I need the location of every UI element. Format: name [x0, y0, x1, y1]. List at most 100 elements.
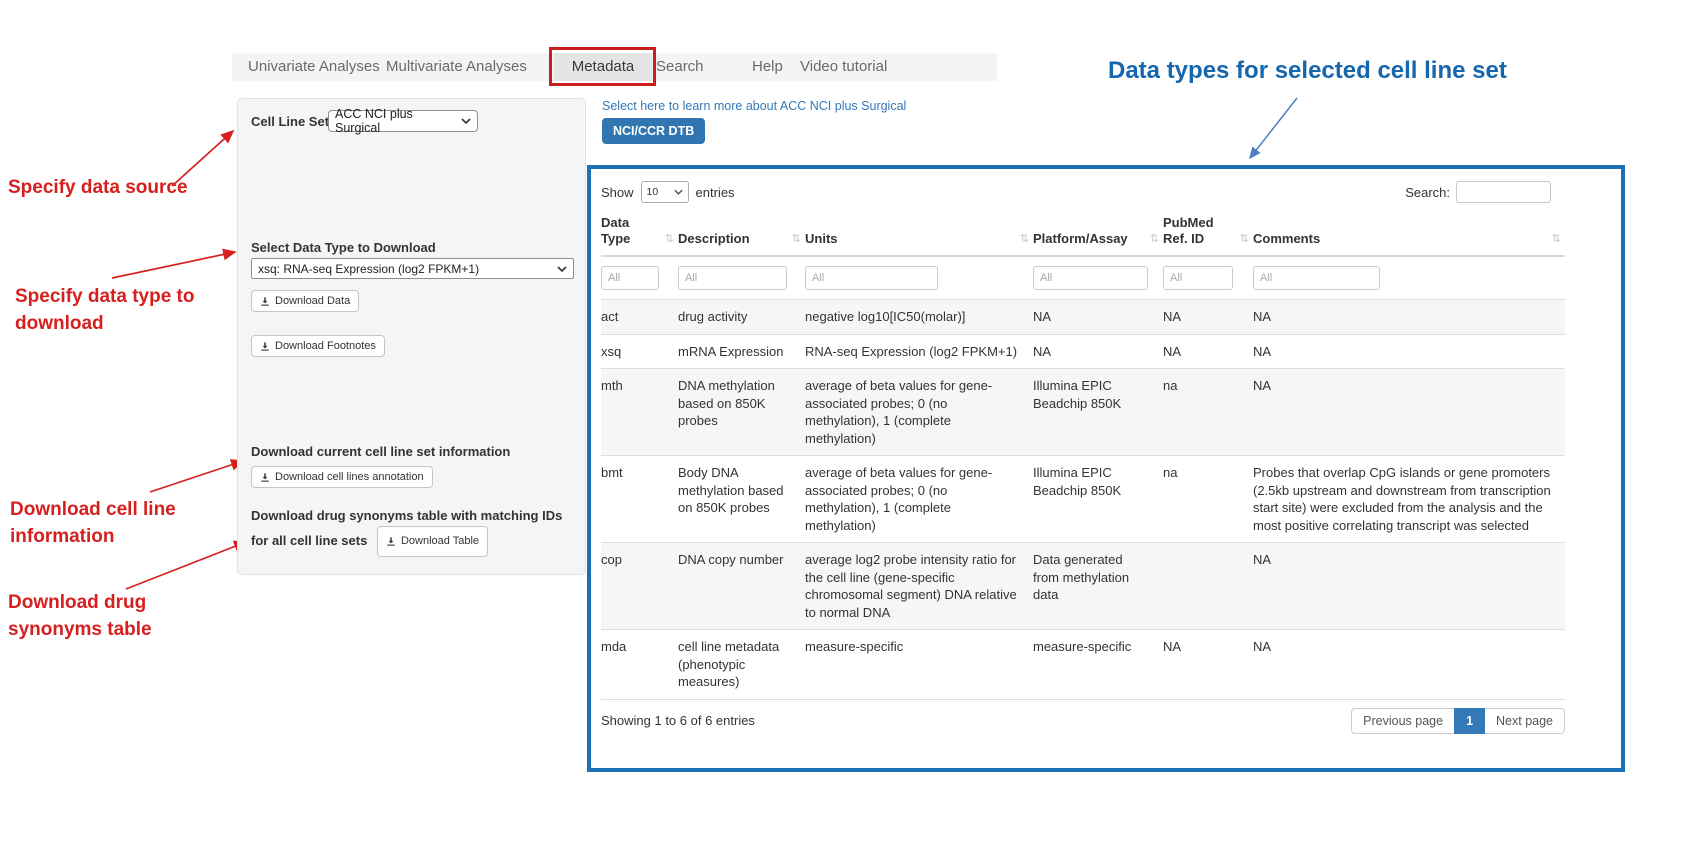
cell-comments: NA — [1253, 334, 1565, 369]
search-label: Search: — [1405, 185, 1450, 200]
cell-description: mRNA Expression — [678, 334, 805, 369]
download-footnotes-label: Download Footnotes — [275, 340, 376, 352]
sort-icon[interactable]: ⇅ — [792, 231, 801, 247]
download-cell-lines-annotation-button[interactable]: Download cell lines annotation — [251, 466, 433, 488]
page-length-control: Show 10 entries — [601, 181, 735, 203]
cell-description: DNA methylation based on 850K probes — [678, 369, 805, 456]
sidebar-panel: Cell Line Set ACC NCI plus Surgical Sele… — [237, 98, 586, 575]
cell-units: average of beta values for gene-associat… — [805, 456, 1033, 543]
nav-tab-search[interactable]: Search — [656, 53, 704, 81]
pagination-page-1-button[interactable]: 1 — [1454, 708, 1485, 734]
cell-platform-assay: measure-specific — [1033, 630, 1163, 700]
cell-comments: NA — [1253, 630, 1565, 700]
cell-data-type: cop — [601, 543, 678, 630]
cell-data-type: mth — [601, 369, 678, 456]
column-label: Data Type — [601, 215, 630, 246]
arrow-specify-type — [112, 252, 235, 278]
arrow-cell-line-info — [150, 461, 243, 492]
sort-icon[interactable]: ⇅ — [665, 231, 674, 247]
download-data-button[interactable]: Download Data — [251, 290, 359, 312]
filter-input-description[interactable] — [678, 266, 787, 290]
annotation-download-drug-synonyms: Download drug synonyms table — [8, 589, 152, 643]
data-types-table-panel: Show 10 entries Search: — [587, 165, 1625, 772]
pagination: Previous page 1 Next page — [1351, 708, 1565, 734]
column-label: Platform/Assay — [1033, 231, 1128, 246]
nav-tab-multivariate-analyses[interactable]: Multivariate Analyses — [386, 53, 527, 81]
column-header-pubmed-ref-id[interactable]: PubMed Ref. ID⇅ — [1163, 209, 1253, 256]
cell-comments: NA — [1253, 543, 1565, 630]
filter-input-pubmed-ref-id[interactable] — [1163, 266, 1233, 290]
column-header-units[interactable]: Units ⇅ — [805, 209, 1033, 256]
chevron-down-icon — [461, 118, 471, 124]
cell-data-type: act — [601, 300, 678, 335]
column-header-comments[interactable]: Comments⇅ — [1253, 209, 1565, 256]
entries-label: entries — [696, 185, 735, 200]
filter-input-units[interactable] — [805, 266, 938, 290]
annotation-line: download — [15, 310, 195, 337]
cell-description: DNA copy number — [678, 543, 805, 630]
column-header-description[interactable]: Description ⇅ — [678, 209, 805, 256]
cell-pubmed-ref-id: NA — [1163, 630, 1253, 700]
table-row: act drug activity negative log10[IC50(mo… — [601, 300, 1565, 335]
annotation-download-cell-line-info: Download cell line information — [10, 496, 176, 550]
download-table-label: Download Table — [401, 531, 479, 552]
download-footnotes-button[interactable]: Download Footnotes — [251, 335, 385, 357]
sort-icon[interactable]: ⇅ — [1150, 231, 1159, 247]
cell-pubmed-ref-id: na — [1163, 369, 1253, 456]
filter-input-platform-assay[interactable] — [1033, 266, 1148, 290]
column-header-data-type[interactable]: Data Type ⇅ — [601, 209, 678, 256]
nav-tab-univariate-analyses[interactable]: Univariate Analyses — [248, 53, 380, 81]
cell-line-set-select[interactable]: ACC NCI plus Surgical — [328, 110, 478, 132]
table-search-input[interactable] — [1456, 181, 1551, 203]
table-row: cop DNA copy number average log2 probe i… — [601, 543, 1565, 630]
cell-description: drug activity — [678, 300, 805, 335]
entries-select[interactable]: 10 — [641, 181, 689, 203]
annotation-line: Download drug — [8, 589, 152, 616]
filter-input-data-type[interactable] — [601, 266, 659, 290]
annotation-line: Download cell line — [10, 496, 176, 523]
data-types-table: Data Type ⇅ Description ⇅ Units ⇅ Platform/… — [601, 209, 1565, 700]
table-row: mda cell line metadata (phenotypic measu… — [601, 630, 1565, 700]
download-icon — [260, 472, 270, 483]
cell-data-type: xsq — [601, 334, 678, 369]
column-header-platform-assay[interactable]: Platform/Assay ⇅ — [1033, 209, 1163, 256]
show-label: Show — [601, 185, 634, 200]
sort-icon[interactable]: ⇅ — [1020, 231, 1029, 247]
chevron-down-icon — [557, 266, 567, 272]
top-navbar: Univariate Analyses Multivariate Analyse… — [232, 53, 997, 81]
sort-icon[interactable]: ⇅ — [1552, 231, 1561, 247]
cell-line-set-value: ACC NCI plus Surgical — [335, 107, 455, 135]
nav-tab-help[interactable]: Help — [752, 53, 783, 81]
filter-row — [601, 256, 1565, 300]
cell-platform-assay: NA — [1033, 334, 1163, 369]
cell-platform-assay: NA — [1033, 300, 1163, 335]
data-type-label: Select Data Type to Download — [251, 240, 436, 255]
nci-ccr-dtb-button[interactable]: NCI/CCR DTB — [602, 118, 705, 144]
nav-tab-video-tutorial[interactable]: Video tutorial — [800, 53, 887, 81]
download-icon — [386, 536, 396, 547]
column-label: Description — [678, 231, 750, 246]
annotation-line: synonyms table — [8, 616, 152, 643]
pagination-previous-button[interactable]: Previous page — [1351, 708, 1454, 734]
cell-description: Body DNA methylation based on 850K probe… — [678, 456, 805, 543]
cell-line-set-label: Cell Line Set — [251, 114, 329, 129]
header-row: Data Type ⇅ Description ⇅ Units ⇅ Platform/… — [601, 209, 1565, 256]
learn-more-link[interactable]: Select here to learn more about ACC NCI … — [602, 99, 906, 113]
annotation-data-types-heading: Data types for selected cell line set — [1108, 57, 1507, 85]
data-type-select[interactable]: xsq: RNA-seq Expression (log2 FPKM+1) — [251, 258, 574, 279]
download-icon — [260, 296, 270, 307]
drug-synonyms-label-block: Download drug synonyms table with matchi… — [251, 505, 583, 557]
data-type-value: xsq: RNA-seq Expression (log2 FPKM+1) — [258, 262, 479, 276]
column-label: Units — [805, 231, 838, 246]
download-table-button[interactable]: Download Table — [377, 526, 488, 557]
arrow-data-types — [1250, 98, 1297, 158]
sort-icon[interactable]: ⇅ — [1240, 231, 1249, 247]
metadata-highlight-box — [549, 47, 656, 86]
cell-units: measure-specific — [805, 630, 1033, 700]
chevron-down-icon — [674, 189, 683, 195]
filter-input-comments[interactable] — [1253, 266, 1380, 290]
pagination-next-button[interactable]: Next page — [1485, 708, 1565, 734]
table-search-control: Search: — [1405, 181, 1551, 203]
download-data-label: Download Data — [275, 295, 350, 307]
cell-units: average log2 probe intensity ratio for t… — [805, 543, 1033, 630]
